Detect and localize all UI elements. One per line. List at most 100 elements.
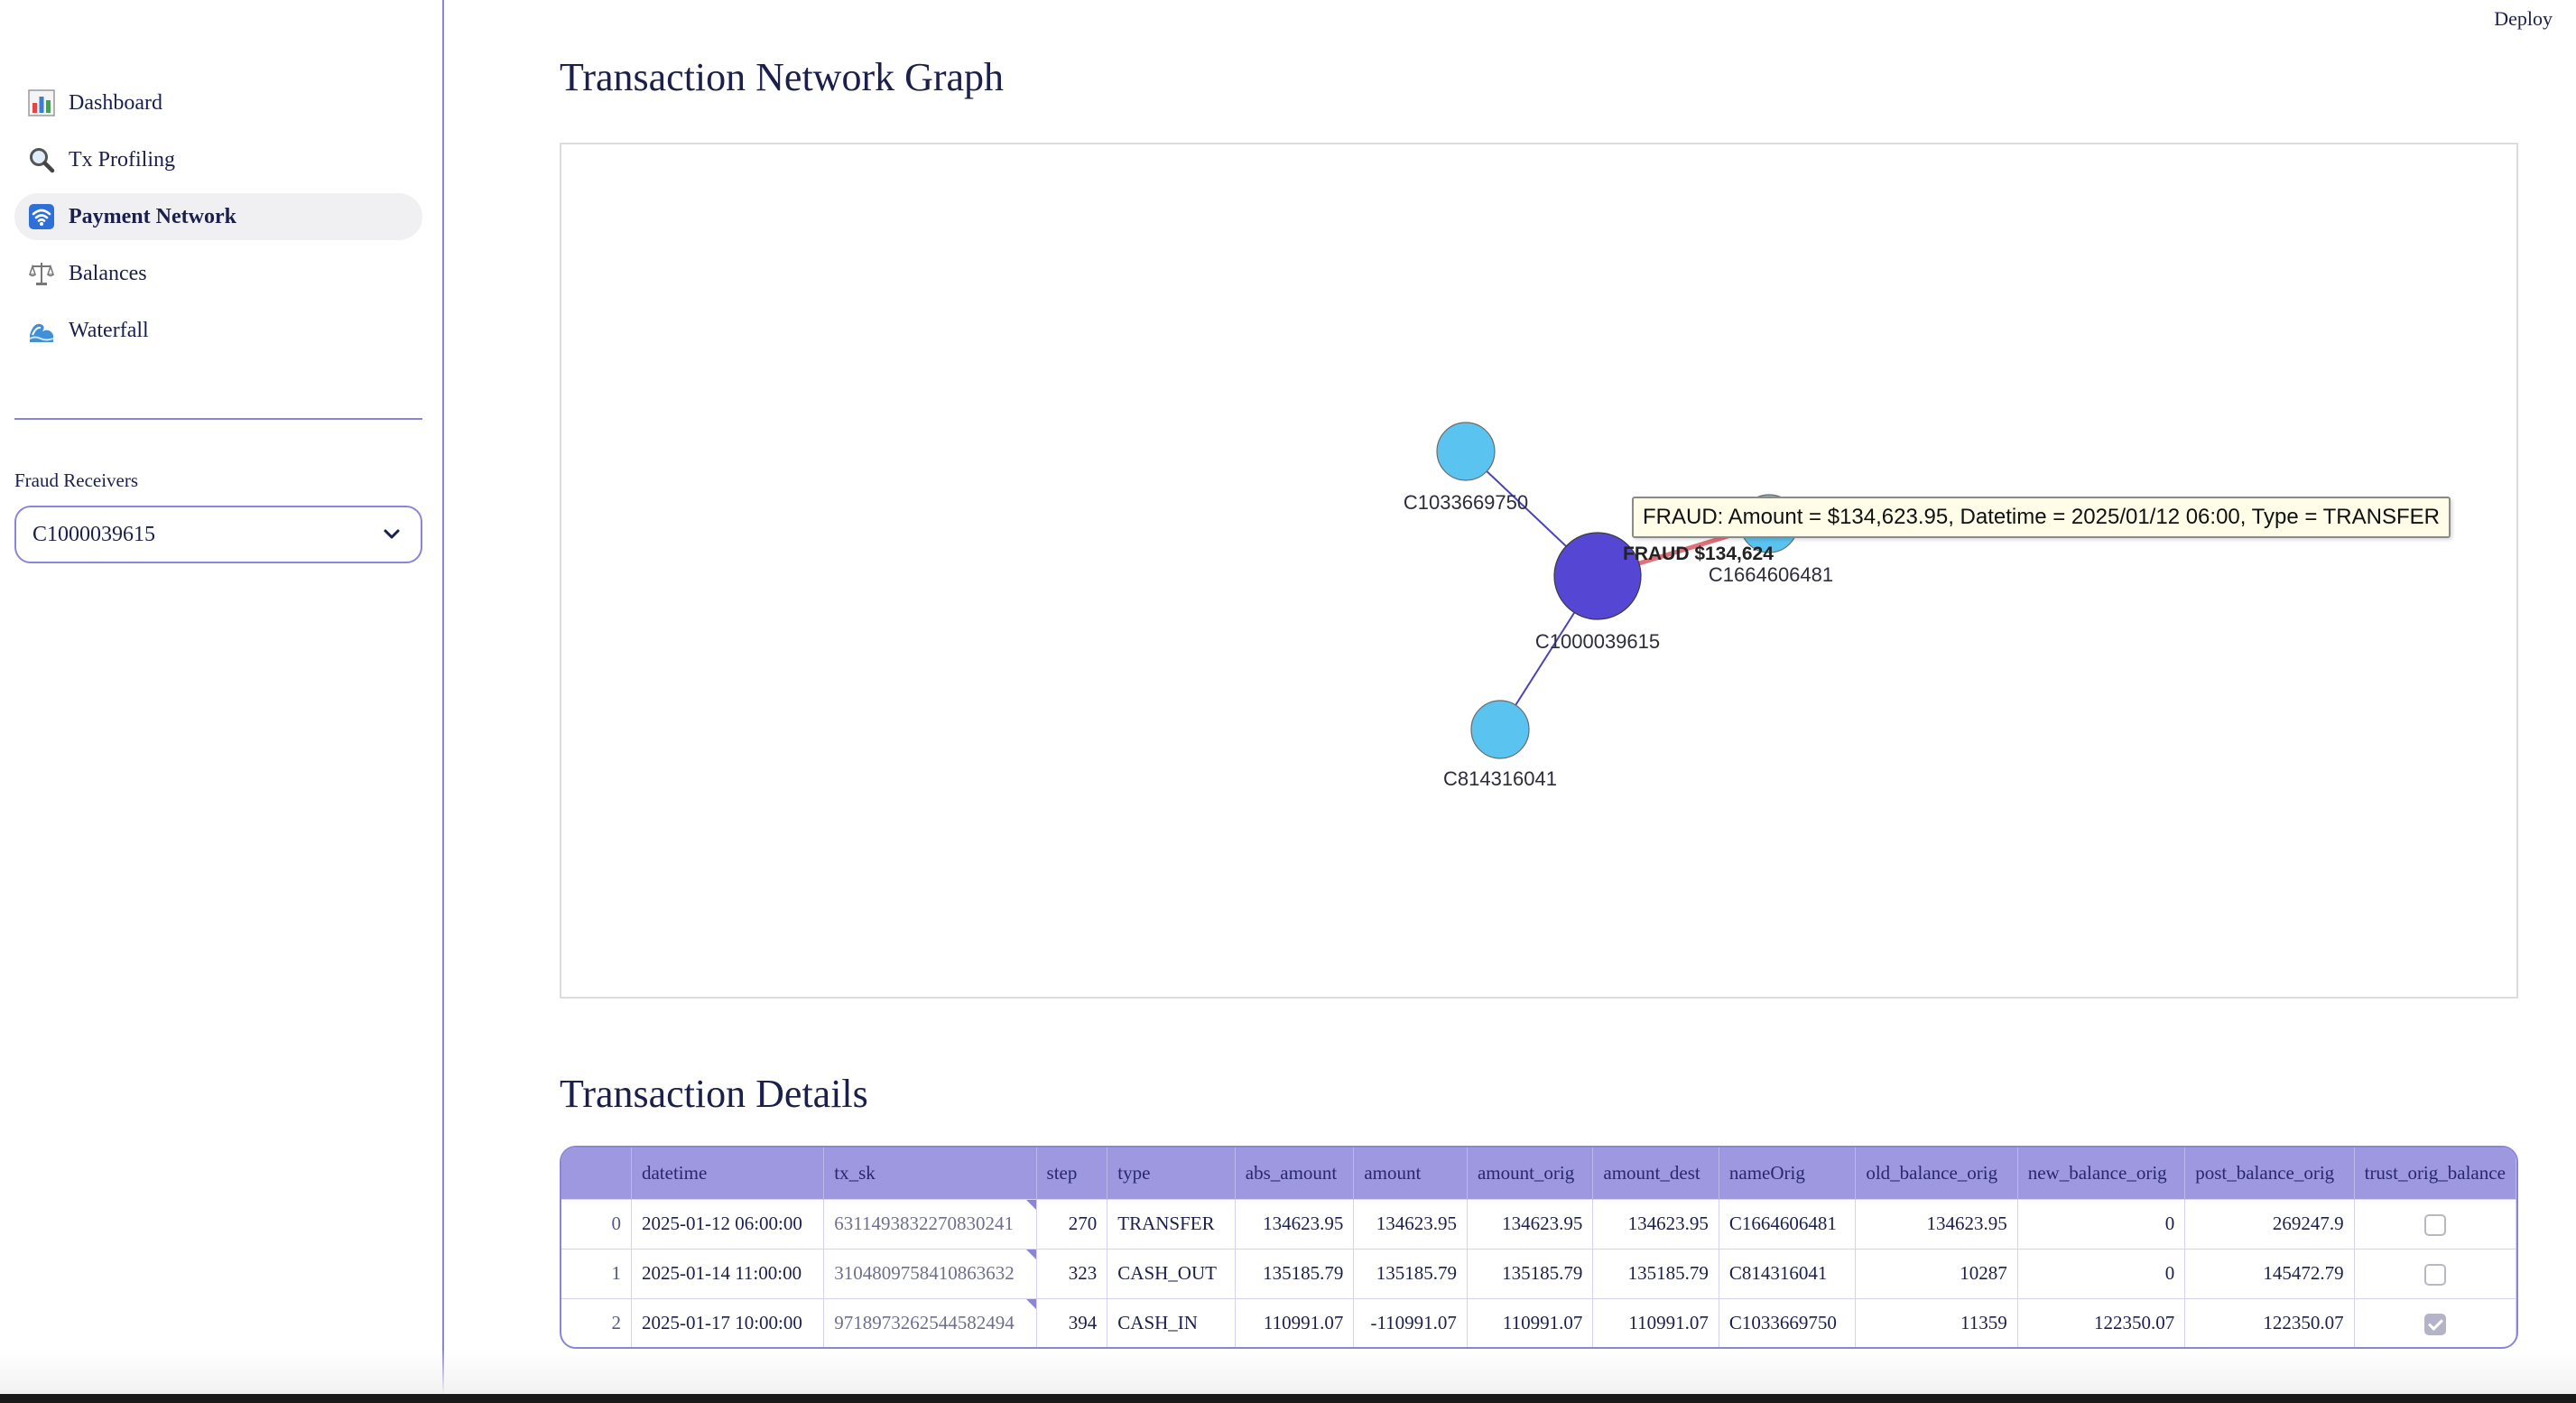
column-header[interactable]: amount: [1353, 1147, 1468, 1199]
column-header[interactable]: new_balance_orig: [2017, 1147, 2186, 1199]
column-header[interactable]: amount_orig: [1467, 1147, 1594, 1199]
graph-node-label: C814316041: [1443, 767, 1557, 790]
cell-name-orig[interactable]: C814316041: [1719, 1248, 1857, 1298]
cell-type[interactable]: CASH_IN: [1107, 1297, 1236, 1347]
trust-checkbox[interactable]: [2423, 1263, 2446, 1286]
row-index: 1: [561, 1248, 632, 1298]
cell-amount-orig[interactable]: 135185.79: [1467, 1248, 1594, 1298]
column-header[interactable]: type: [1107, 1147, 1236, 1199]
graph-node-label: C1000039615: [1535, 630, 1660, 653]
cell-abs-amount[interactable]: 134623.95: [1235, 1198, 1355, 1249]
cell-tx-sk[interactable]: 3104809758410863632: [823, 1248, 1037, 1298]
transaction-table[interactable]: datetime tx_sk step type abs_amount amou…: [560, 1146, 2518, 1349]
deploy-button[interactable]: Deploy: [2494, 7, 2553, 31]
graph-node-label: C1033669750: [1404, 491, 1528, 514]
network-graph-canvas[interactable]: C1033669750 C1664606481 C1000039615 C814…: [561, 144, 2516, 997]
column-header[interactable]: abs_amount: [1235, 1147, 1355, 1199]
cell-step[interactable]: 270: [1036, 1198, 1108, 1249]
cell-step[interactable]: 394: [1036, 1297, 1108, 1347]
cell-trust-orig-balance[interactable]: [2354, 1297, 2516, 1347]
cell-trust-orig-balance[interactable]: [2354, 1248, 2516, 1298]
cell-new-balance-orig[interactable]: 0: [2017, 1248, 2186, 1298]
sidebar-item-balances[interactable]: Balances: [14, 250, 422, 297]
cell-amount[interactable]: 134623.95: [1353, 1198, 1468, 1249]
bottom-fade: [0, 1349, 2576, 1394]
cell-name-orig[interactable]: C1664606481: [1719, 1198, 1857, 1249]
graph-tooltip: FRAUD: Amount = $134,623.95, Datetime = …: [1632, 497, 2451, 538]
trust-checkbox[interactable]: [2423, 1313, 2446, 1335]
cell-trust-orig-balance[interactable]: [2354, 1198, 2516, 1249]
cell-new-balance-orig[interactable]: 0: [2017, 1198, 2186, 1249]
bar-chart-icon: [27, 88, 56, 117]
column-header[interactable]: datetime: [631, 1147, 825, 1199]
cell-tx-sk[interactable]: 6311493832270830241: [823, 1198, 1037, 1249]
column-header[interactable]: nameOrig: [1719, 1147, 1857, 1199]
chevron-down-icon: [383, 525, 401, 544]
table-row: 0 2025-01-12 06:00:00 631149383227083024…: [561, 1198, 2516, 1249]
wave-icon: [27, 316, 56, 345]
table-row: 2 2025-01-17 10:00:00 971897326254458249…: [561, 1297, 2516, 1347]
sidebar-item-payment-network[interactable]: Payment Network: [14, 193, 422, 240]
cell-tx-sk[interactable]: 9718973262544582494: [823, 1297, 1037, 1347]
cell-amount[interactable]: 135185.79: [1353, 1248, 1468, 1298]
sidebar-item-label: Payment Network: [69, 204, 236, 228]
graph-node-label: C1664606481: [1709, 563, 1833, 586]
graph-node[interactable]: [1436, 422, 1496, 481]
sidebar-item-label: Balances: [69, 261, 147, 285]
cell-amount-dest[interactable]: 110991.07: [1592, 1297, 1719, 1347]
sidebar-item-tx-profiling[interactable]: Tx Profiling: [14, 136, 422, 183]
cell-new-balance-orig[interactable]: 122350.07: [2017, 1297, 2186, 1347]
column-header[interactable]: trust_orig_balance: [2354, 1147, 2516, 1199]
fraud-receivers-label: Fraud Receivers: [14, 469, 139, 491]
cell-step[interactable]: 323: [1036, 1248, 1108, 1298]
cell-amount-dest[interactable]: 135185.79: [1592, 1248, 1719, 1298]
bottom-bar: [0, 1394, 2576, 1403]
table-row: 1 2025-01-14 11:00:00 310480975841086363…: [561, 1248, 2516, 1298]
cell-old-balance-orig[interactable]: 134623.95: [1855, 1198, 2018, 1249]
cell-datetime[interactable]: 2025-01-14 11:00:00: [631, 1248, 825, 1298]
trust-checkbox[interactable]: [2423, 1213, 2446, 1236]
scales-icon: [27, 259, 56, 288]
column-header[interactable]: post_balance_orig: [2184, 1147, 2355, 1199]
column-header[interactable]: tx_sk: [823, 1147, 1037, 1199]
cell-type[interactable]: TRANSFER: [1107, 1198, 1236, 1249]
cell-datetime[interactable]: 2025-01-12 06:00:00: [631, 1198, 825, 1249]
column-header[interactable]: old_balance_orig: [1855, 1147, 2018, 1199]
wifi-icon: [27, 202, 56, 231]
column-header[interactable]: [561, 1147, 632, 1199]
sidebar: Dashboard Tx Profiling Payment Network B…: [0, 0, 444, 1403]
network-graph[interactable]: C1033669750 C1664606481 C1000039615 C814…: [560, 143, 2518, 999]
cell-post-balance-orig[interactable]: 145472.79: [2184, 1248, 2355, 1298]
sidebar-item-dashboard[interactable]: Dashboard: [14, 79, 422, 126]
cell-old-balance-orig[interactable]: 11359: [1855, 1297, 2018, 1347]
sidebar-item-waterfall[interactable]: Waterfall: [14, 307, 422, 354]
row-index: 2: [561, 1297, 632, 1347]
cell-amount-orig[interactable]: 110991.07: [1467, 1297, 1594, 1347]
sidebar-nav: Dashboard Tx Profiling Payment Network B…: [14, 79, 422, 364]
sidebar-item-label: Waterfall: [69, 318, 149, 342]
fraud-receivers-value: C1000039615: [32, 522, 156, 546]
cell-post-balance-orig[interactable]: 269247.9: [2184, 1198, 2355, 1249]
table-title: Transaction Details: [560, 1072, 868, 1116]
sidebar-divider: [14, 418, 422, 420]
cell-amount[interactable]: -110991.07: [1353, 1297, 1468, 1347]
cell-abs-amount[interactable]: 135185.79: [1235, 1248, 1355, 1298]
row-index: 0: [561, 1198, 632, 1249]
cell-abs-amount[interactable]: 110991.07: [1235, 1297, 1355, 1347]
cell-amount-orig[interactable]: 134623.95: [1467, 1198, 1594, 1249]
cell-post-balance-orig[interactable]: 122350.07: [2184, 1297, 2355, 1347]
cell-old-balance-orig[interactable]: 10287: [1855, 1248, 2018, 1298]
cell-type[interactable]: CASH_OUT: [1107, 1248, 1236, 1298]
cell-name-orig[interactable]: C1033669750: [1719, 1297, 1857, 1347]
cell-datetime[interactable]: 2025-01-17 10:00:00: [631, 1297, 825, 1347]
graph-edge-label: FRAUD $134,624: [1623, 544, 1774, 564]
cell-amount-dest[interactable]: 134623.95: [1592, 1198, 1719, 1249]
fraud-receivers-select[interactable]: C1000039615: [14, 506, 422, 563]
column-header[interactable]: amount_dest: [1592, 1147, 1719, 1199]
table-header-row: datetime tx_sk step type abs_amount amou…: [561, 1147, 2516, 1199]
graph-node[interactable]: [1470, 700, 1530, 759]
graph-title: Transaction Network Graph: [560, 55, 1005, 99]
column-header[interactable]: step: [1036, 1147, 1108, 1199]
magnifier-icon: [27, 145, 56, 174]
sidebar-item-label: Dashboard: [69, 90, 162, 115]
